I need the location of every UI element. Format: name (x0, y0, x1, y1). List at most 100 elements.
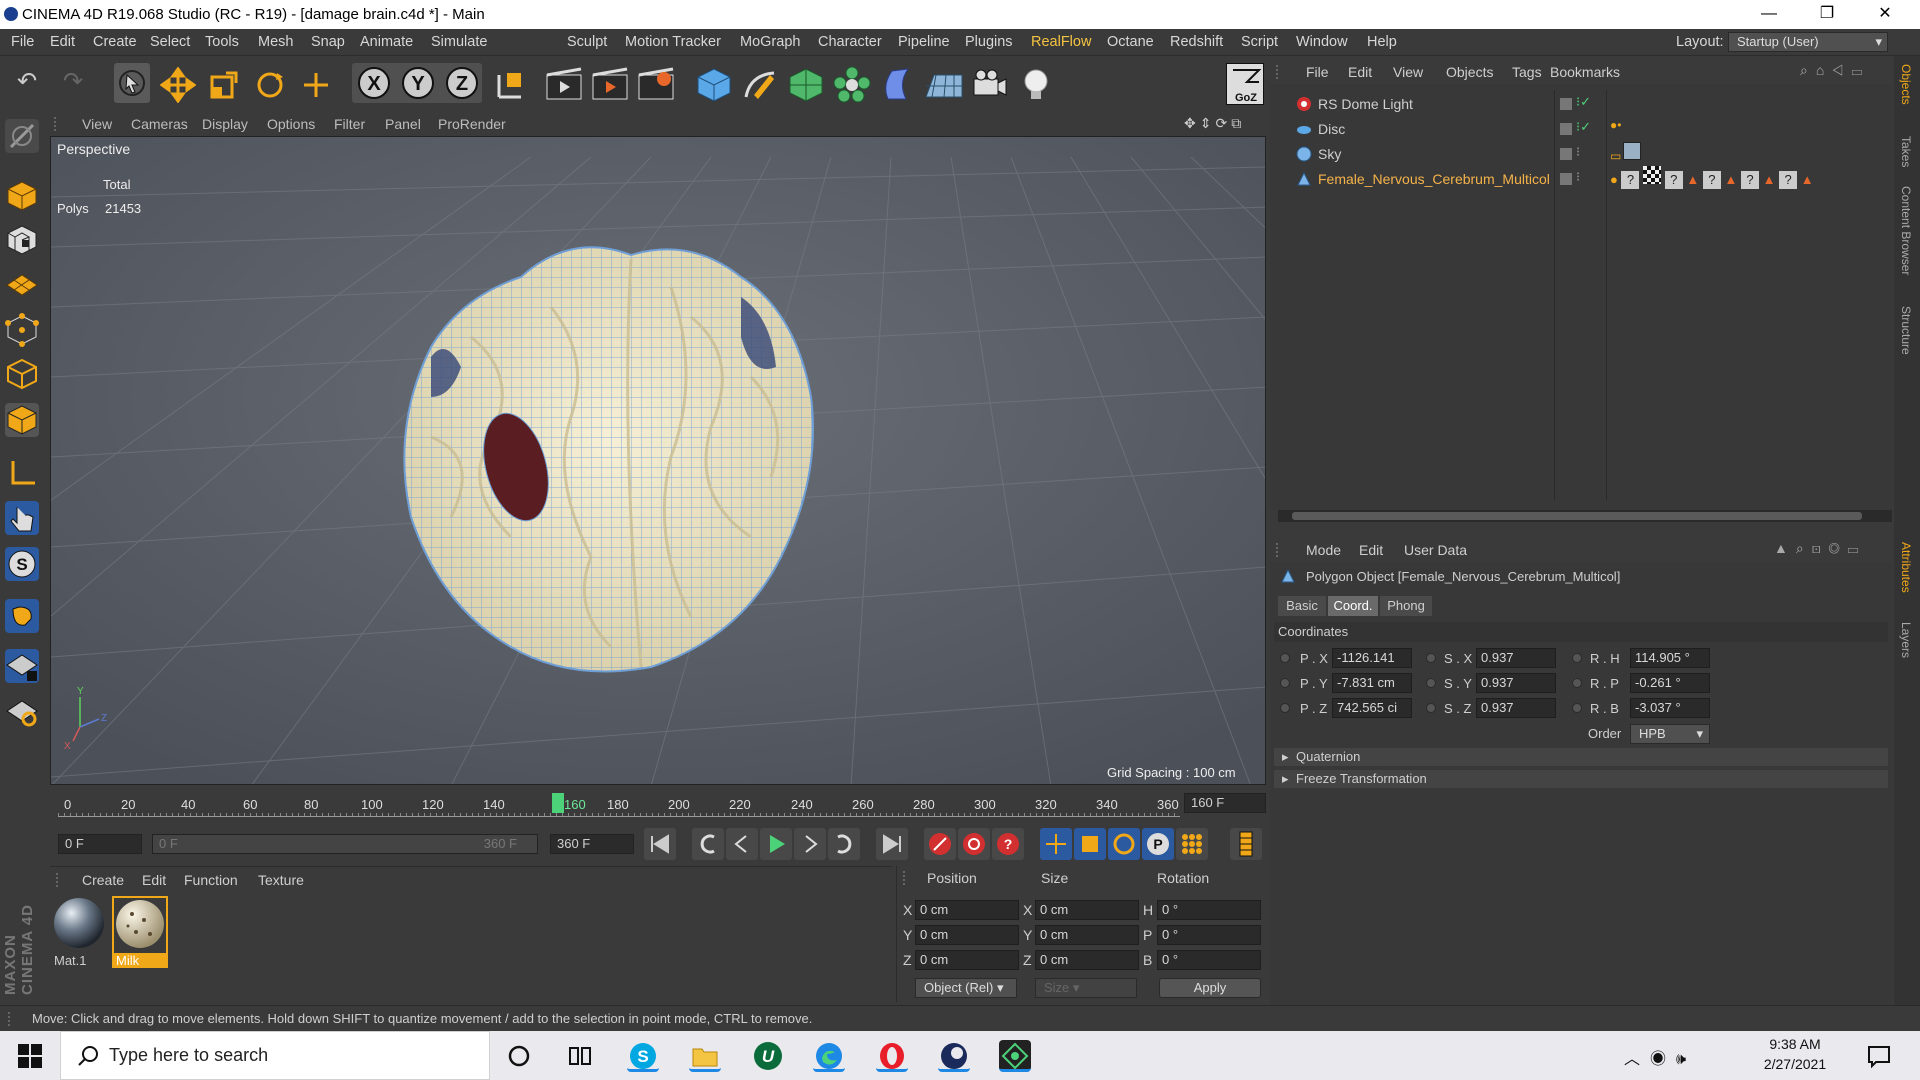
workplane-mode-icon[interactable] (5, 267, 39, 301)
perspective-viewport[interactable]: Y Z X Perspective Total Polys 21453 Grid… (50, 136, 1266, 785)
viewport-menu-prorender[interactable]: ProRender (438, 116, 506, 132)
rotation-key-icon[interactable] (1108, 828, 1140, 860)
menu-mograph[interactable]: MoGraph (740, 34, 800, 50)
task-view-icon[interactable] (564, 1040, 596, 1072)
scrollbar-thumb[interactable] (1292, 512, 1862, 520)
points-mode-icon[interactable] (5, 313, 39, 347)
sky-tags[interactable]: ▭ (1610, 142, 1646, 163)
scale-y-attr-field[interactable]: 0.937 (1476, 673, 1556, 693)
quaternion-group[interactable]: ▸ Quaternion (1274, 748, 1888, 766)
menu-snap[interactable]: Snap (311, 34, 345, 50)
material-menu-create[interactable]: Create (82, 872, 124, 888)
material-swatch[interactable]: Mat.1 (52, 896, 106, 968)
side-tab-takes[interactable]: Takes (1899, 136, 1913, 167)
windows-start-icon[interactable] (18, 1044, 42, 1071)
position-x-attr-field[interactable]: -1126.141 (1332, 648, 1412, 668)
layer-icon[interactable] (1560, 148, 1572, 160)
material-menu-function[interactable]: Function (184, 872, 238, 888)
render-to-picture-viewer-icon[interactable] (590, 65, 630, 106)
size-y-field[interactable]: 0 cm (1035, 925, 1139, 945)
object-row-disc[interactable]: Disc (1280, 119, 1555, 143)
object-menu-edit[interactable]: Edit (1348, 64, 1372, 80)
keyframe-selection-icon[interactable]: ? (992, 828, 1024, 860)
next-frame-icon[interactable] (794, 828, 826, 860)
size-x-field[interactable]: 0 cm (1035, 900, 1139, 920)
animation-dot-icon[interactable] (1426, 653, 1436, 663)
edge-browser-icon[interactable] (813, 1040, 845, 1072)
preview-range-slider[interactable]: 0 F 360 F (152, 834, 538, 854)
position-z-attr-field[interactable]: 742.565 ci (1332, 698, 1412, 718)
animation-dot-icon[interactable] (1572, 678, 1582, 688)
visibility-dots-icon[interactable]: ⁝ (1576, 169, 1580, 185)
size-z-field[interactable]: 0 cm (1035, 950, 1139, 970)
record-active-objects-icon[interactable] (924, 828, 956, 860)
maximize-button[interactable]: ❐ (1804, 2, 1850, 28)
deformer-icon[interactable] (878, 65, 918, 106)
close-button[interactable]: ✕ (1862, 2, 1908, 28)
rotation-b-field[interactable]: 0 ° (1157, 950, 1261, 970)
taskbar-search-box[interactable]: Type here to search (60, 1031, 490, 1080)
attribute-menu-edit[interactable]: Edit (1359, 542, 1383, 558)
freeze-transformation-group[interactable]: ▸ Freeze Transformation (1274, 770, 1888, 788)
object-row-sky[interactable]: Sky (1280, 144, 1555, 168)
rotation-order-dropdown[interactable]: HPB ▾ (1630, 724, 1710, 744)
redo-icon[interactable]: ↷ (56, 67, 90, 99)
side-tab-layers[interactable]: Layers (1899, 622, 1913, 658)
menu-animate[interactable]: Animate (360, 34, 413, 50)
camera-icon[interactable] (970, 65, 1010, 106)
visibility-dots-icon[interactable]: ⁝ (1576, 144, 1580, 160)
go-to-end-icon[interactable] (876, 828, 908, 860)
minimize-button[interactable]: — (1746, 2, 1792, 28)
menu-create[interactable]: Create (93, 34, 137, 50)
menu-tools[interactable]: Tools (205, 34, 239, 50)
render-view-icon[interactable] (544, 65, 584, 106)
viewport-menu-view[interactable]: View (82, 116, 112, 132)
tab-coord[interactable]: Coord. (1328, 596, 1378, 616)
current-frame-field[interactable]: 160 F (1184, 793, 1266, 813)
subdivision-surface-icon[interactable] (786, 65, 826, 106)
scale-key-icon[interactable] (1074, 828, 1106, 860)
play-icon[interactable] (760, 828, 792, 860)
position-y-field[interactable]: 0 cm (915, 925, 1019, 945)
system-tray-icons[interactable]: ︿◉🕪 (1624, 1045, 1696, 1069)
floor-icon[interactable] (924, 65, 964, 106)
menu-help[interactable]: Help (1367, 34, 1397, 50)
side-tab-objects[interactable]: Objects (1899, 64, 1913, 105)
material-menu-edit[interactable]: Edit (142, 872, 166, 888)
side-tab-structure[interactable]: Structure (1899, 306, 1913, 355)
file-explorer-icon[interactable] (689, 1040, 721, 1072)
rotation-h-field[interactable]: 0 ° (1157, 900, 1261, 920)
animation-dot-icon[interactable] (1280, 678, 1290, 688)
menu-character[interactable]: Character (818, 34, 882, 50)
viewport-menu-cameras[interactable]: Cameras (131, 116, 188, 132)
rotation-p-field[interactable]: 0 ° (1157, 925, 1261, 945)
position-z-field[interactable]: 0 cm (915, 950, 1019, 970)
menu-realflow[interactable]: RealFlow (1031, 34, 1091, 50)
polygons-mode-icon[interactable] (5, 403, 39, 437)
rotate-tool-icon[interactable] (252, 67, 288, 106)
layer-icon[interactable] (1560, 173, 1572, 185)
model-mode-icon[interactable] (5, 179, 39, 213)
rotation-h-attr-field[interactable]: 114.905 ° (1630, 648, 1710, 668)
object-menu-view[interactable]: View (1393, 64, 1423, 80)
viewport-menu-options[interactable]: Options (267, 116, 315, 132)
scale-tool-icon[interactable] (206, 67, 242, 106)
object-row-rs-dome-light[interactable]: RS Dome Light (1280, 94, 1555, 118)
upwork-app-icon[interactable]: U (752, 1040, 784, 1072)
object-manager-search-icon[interactable]: ⌕⌂◁▭ (1800, 62, 1870, 79)
tweak-mode-icon[interactable] (5, 501, 39, 535)
viewport-menu-filter[interactable]: Filter (334, 116, 365, 132)
pen-spline-icon[interactable] (740, 65, 780, 106)
magnet-icon[interactable] (5, 599, 39, 633)
material-tags-row[interactable]: ● ? ? ▲ ? ▲ ? ▲ ? ▲ (1610, 166, 1890, 189)
material-menu-texture[interactable]: Texture (258, 872, 304, 888)
object-menu-file[interactable]: File (1306, 64, 1329, 80)
next-key-icon[interactable] (828, 828, 860, 860)
menu-octane[interactable]: Octane (1107, 34, 1154, 50)
object-menu-bookmarks[interactable]: Bookmarks (1550, 64, 1620, 80)
size-mode-dropdown[interactable]: Size ▾ (1035, 978, 1137, 998)
previous-key-icon[interactable] (692, 828, 724, 860)
animation-dot-icon[interactable] (1280, 653, 1290, 663)
side-tab-content-browser[interactable]: Content Browser (1899, 186, 1913, 275)
light-icon[interactable] (1016, 65, 1056, 106)
